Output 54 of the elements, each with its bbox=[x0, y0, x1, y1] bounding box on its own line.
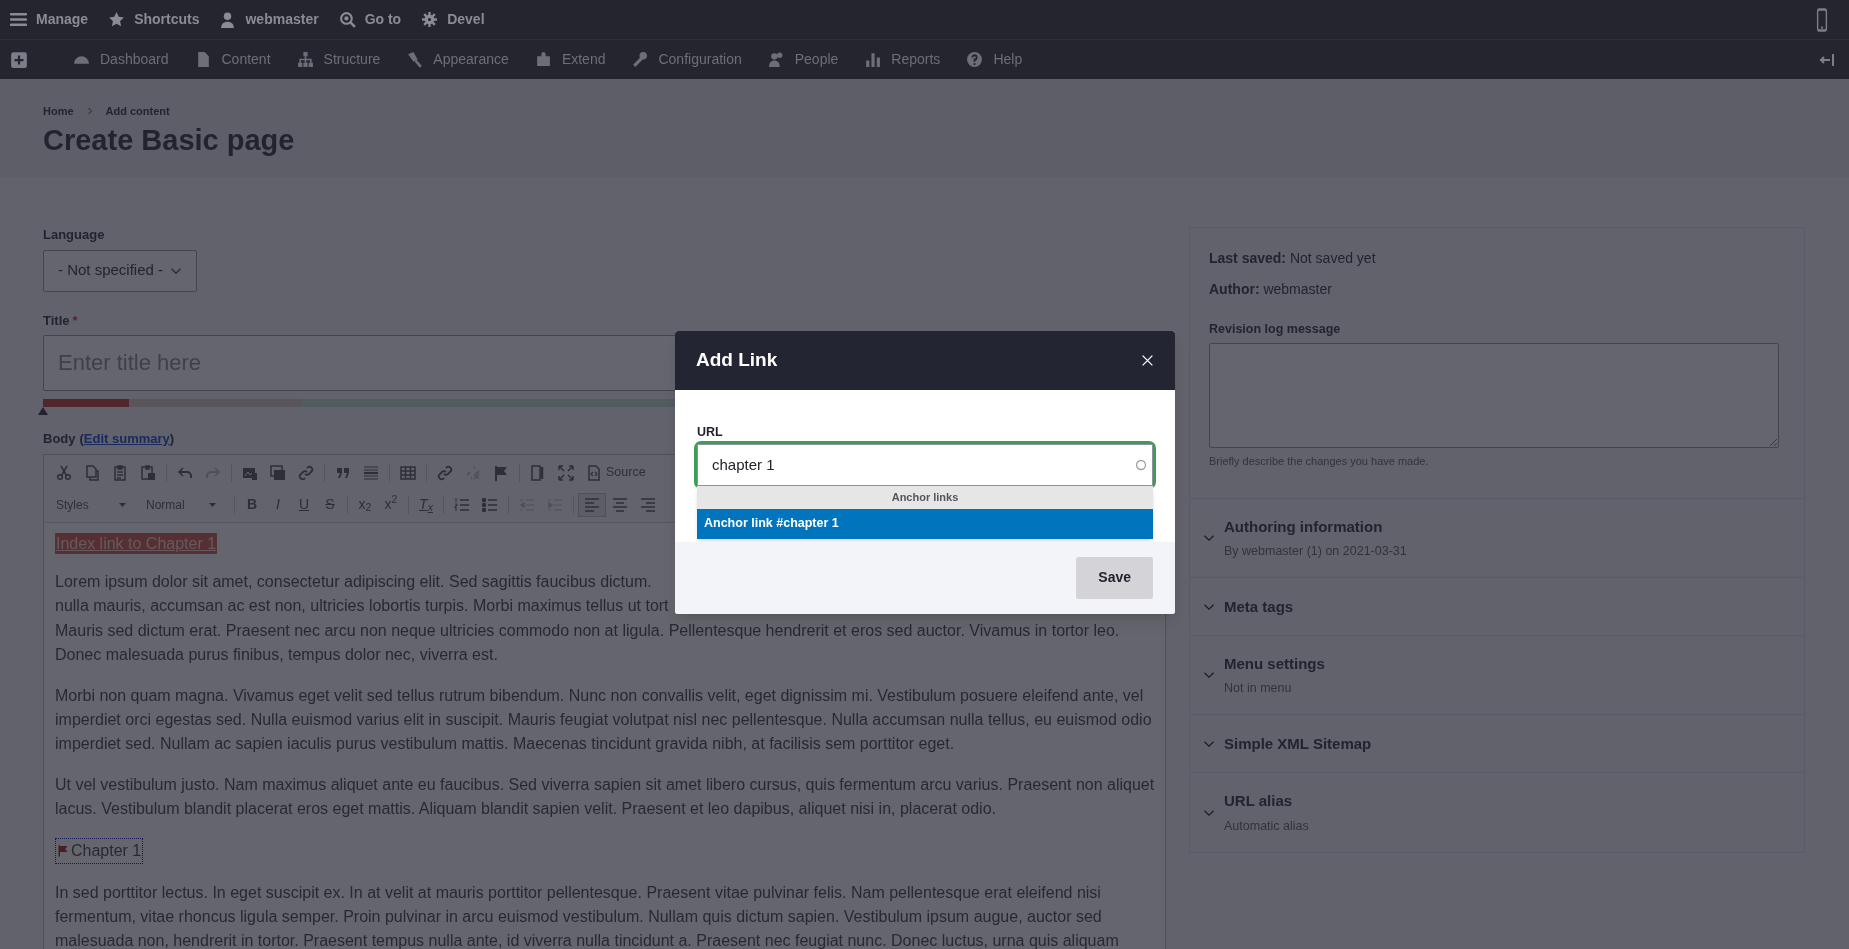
text-line: nulla mauris, accumsan ac est non, ultricies lobortis turpis. Morbi maximus tellus ut tort bbox=[55, 596, 669, 617]
meta-text: Author: webmaster bbox=[1209, 280, 1332, 299]
brush-icon bbox=[406, 51, 424, 68]
menu-link[interactable]: Appearance bbox=[406, 40, 509, 79]
puzzle-icon bbox=[534, 51, 552, 68]
field-label: Body bbox=[43, 430, 76, 448]
field-label: Language bbox=[43, 226, 105, 244]
field-label: Title bbox=[43, 311, 70, 330]
paragraph: In sed porttitor lectus. In eget suscipit ex. In at velit at mauris porttitor pellentesque. Praesent vitae pulvinar felis. Nam pellentesque erat eleifend nisi fermentum, vitae rhoncus ligula semper. Proin pulvinar in arcu euismod vestibulum. Nullam quis dictum sapien. Vestibulum ipsum augue, auctor sed malesuada non, hendrerit in tortor. Praesent tempus nulla ante, id viverra nulla tincidunt a. Praesent nec feugiat nunc. Donec luctus, urna quis aliquam bbox=[55, 882, 1120, 949]
page-title: Create Basic page bbox=[43, 122, 295, 158]
help-icon bbox=[966, 51, 984, 68]
phone-icon[interactable] bbox=[1815, 7, 1829, 32]
toolbar-tab[interactable]: Go to bbox=[328, 0, 412, 39]
text-line: Lorem ipsum dolor sit amet, consectetur adipiscing elit. Sed sagittis faucibus dictum. bbox=[55, 571, 652, 592]
paragraph: Morbi non quam magna. Vivamus eget velit sed tellus rutrum bibendum. Nunc non convallis velit, eget dignissim mi. Vestibulum posuere eleifend ante, vel imperdiet orci egestas sed. Nulla euismod varius elit in suscipit. Mauris feugiat volutpat nisl nec pellentesque. Nulla accumsan nulla tellus, eu euismod odio imperdiet sed. Nullam ac sapien iaculis purus vestibulum mattis. Maecenas tincidunt gravida nibh, at facilisis sem porttitor eget. bbox=[55, 685, 1153, 755]
menu-link[interactable]: Dashboard bbox=[73, 40, 169, 79]
parenthesis: ) bbox=[169, 430, 175, 448]
menu-link[interactable]: Help bbox=[966, 40, 1023, 79]
menu-link[interactable]: Reports bbox=[864, 40, 941, 79]
person-icon bbox=[219, 11, 237, 28]
expand-icon[interactable] bbox=[10, 50, 28, 69]
autocomplete-group: Anchor links bbox=[697, 485, 1153, 509]
autocomplete-option[interactable]: Anchor link #chapter 1 bbox=[697, 508, 1153, 539]
close-icon[interactable] bbox=[1141, 354, 1154, 367]
parenthesis: ( bbox=[79, 430, 84, 448]
toolbar-tab[interactable]: Devel bbox=[411, 0, 495, 39]
bar-chart-icon bbox=[864, 51, 882, 68]
gear-icon bbox=[421, 11, 439, 28]
search-icon bbox=[338, 11, 356, 28]
throbber-icon bbox=[1135, 458, 1147, 471]
paragraph: Ut vel vestibulum justo. Nam maximus aliquet ante eu faucibus. Sed viverra sapien sit amet libero cursus, quis fermentum arcu varius. Praesent non aliquet lacus. Vestibulum blandit placerat eros eget mattis. Aliquam blandit sapien velit. Praesent et leo dapibus, aliquet nisi in, placerat odio. bbox=[55, 774, 1155, 820]
menu-link[interactable]: Configuration bbox=[631, 40, 742, 79]
menu-icon bbox=[10, 11, 27, 28]
menu-link[interactable]: Extend bbox=[534, 40, 606, 79]
required-mark: * bbox=[72, 311, 78, 330]
people-icon bbox=[767, 51, 785, 68]
meta-text: Last saved: Not saved yet bbox=[1209, 249, 1376, 268]
toolbar-tab[interactable]: Manage bbox=[0, 0, 99, 39]
wrench-icon bbox=[631, 51, 649, 68]
menu-link[interactable]: Content bbox=[194, 40, 271, 79]
menu-link[interactable]: People bbox=[767, 40, 839, 79]
collapse-icon[interactable] bbox=[1819, 51, 1835, 68]
star-icon bbox=[108, 11, 126, 28]
save-button[interactable]: Save bbox=[1076, 556, 1153, 599]
menu-link[interactable]: Structure bbox=[296, 40, 381, 79]
url-field[interactable]: chapter 1 bbox=[697, 443, 1153, 486]
field-label: Revision log message bbox=[1209, 321, 1341, 338]
field-label: URL bbox=[697, 424, 723, 441]
text-line: Donec malesuada purus finibus, tempus dolor nec, viverra est. bbox=[55, 645, 498, 666]
toolbar-tab[interactable]: Shortcuts bbox=[98, 0, 210, 39]
text-line: Mauris sed dictum erat. Praesent nec arcu non neque ultricies commodo non at ligula. Pellentesque hendrerit et eros sed auctor. Vivamus in tortor leo. bbox=[55, 620, 1120, 641]
dialog-title: Add Link bbox=[696, 348, 778, 373]
toolbar-tab[interactable]: webmaster bbox=[209, 0, 329, 39]
hierarchy-icon bbox=[296, 51, 314, 68]
